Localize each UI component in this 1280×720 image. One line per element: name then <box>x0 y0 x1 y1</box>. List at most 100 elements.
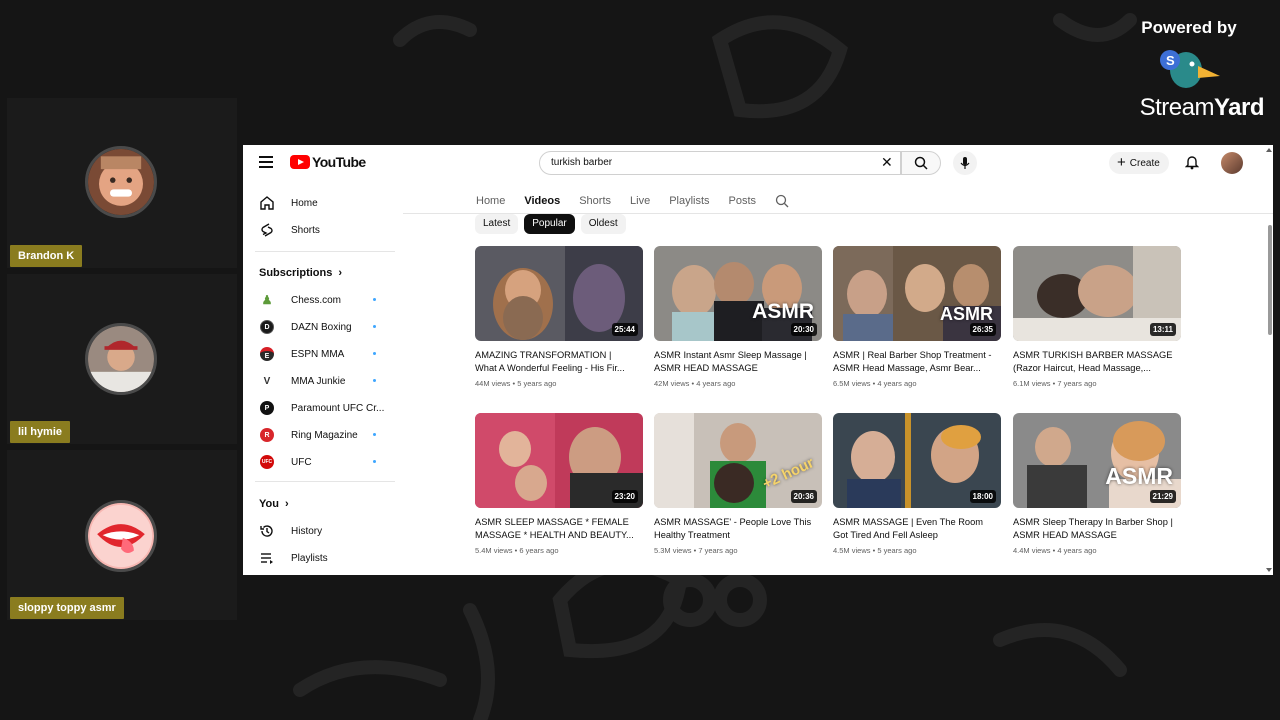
video-title[interactable]: ASMR Sleep Therapy In Barber Shop | ASMR… <box>1013 516 1173 542</box>
new-content-dot <box>373 433 376 436</box>
plus-icon: + <box>1117 154 1126 171</box>
youtube-masthead: YouTube turkish barber ✕ + Create <box>243 145 1273 181</box>
video-duration: 21:29 <box>1149 490 1176 503</box>
page-scrollbar[interactable] <box>1265 145 1273 575</box>
streamyard-wordmark: StreamYard <box>1139 94 1265 121</box>
tab-home[interactable]: Home <box>476 195 505 207</box>
participant-tile-sloppy: sloppy toppy asmr <box>7 450 237 620</box>
sidebar-subscription-mmajunkie[interactable]: V MMA Junkie <box>259 371 393 391</box>
video-duration: 25:44 <box>611 323 638 336</box>
create-button[interactable]: + Create <box>1109 152 1169 174</box>
sidebar-item-playlists[interactable]: Playlists <box>259 548 393 568</box>
voice-search-button[interactable] <box>953 151 977 175</box>
video-meta: 6.5M views • 4 years ago <box>833 379 917 388</box>
notifications-bell-icon[interactable] <box>1185 154 1199 170</box>
guide-divider <box>255 481 395 482</box>
new-content-dot <box>373 325 376 328</box>
youtube-logo[interactable]: YouTube <box>290 154 366 170</box>
participant-avatar <box>85 500 157 572</box>
video-title[interactable]: ASMR Instant Asmr Sleep Massage | ASMR H… <box>654 349 814 375</box>
guide-sidebar: Home Shorts Subscriptions › ♟ Chess.com D… <box>243 187 401 575</box>
shared-screen-youtube: YouTube turkish barber ✕ + Create Home Sh… <box>243 145 1273 575</box>
svg-text:S: S <box>1166 53 1175 68</box>
sidebar-subscription-chess[interactable]: ♟ Chess.com <box>259 290 393 310</box>
account-avatar[interactable] <box>1221 152 1243 174</box>
scroll-up-arrow-icon[interactable] <box>1266 148 1272 152</box>
youtube-play-icon <box>290 155 310 169</box>
search-icon <box>914 156 928 170</box>
hamburger-menu-icon[interactable] <box>259 156 273 168</box>
sidebar-subscription-dazn[interactable]: D DAZN Boxing <box>259 317 393 337</box>
chevron-right-icon: › <box>284 498 289 510</box>
home-icon <box>260 196 274 210</box>
channel-avatar: V <box>260 374 274 388</box>
thumbnail-overlay-text: ASMR <box>752 300 814 323</box>
new-content-dot <box>373 352 376 355</box>
tab-videos[interactable]: Videos <box>524 195 560 207</box>
subscriptions-header[interactable]: Subscriptions › <box>259 267 342 279</box>
sidebar-subscription-ring[interactable]: R Ring Magazine <box>259 425 393 445</box>
scroll-down-arrow-icon[interactable] <box>1266 568 1272 572</box>
video-thumbnail[interactable]: 23:20 <box>475 413 643 508</box>
video-duration: 18:00 <box>969 490 996 503</box>
microphone-icon <box>960 157 970 169</box>
video-duration: 23:20 <box>611 490 638 503</box>
video-title[interactable]: AMAZING TRANSFORMATION | What A Wonderfu… <box>475 349 635 375</box>
video-duration: 26:35 <box>969 323 996 336</box>
video-meta: 6.1M views • 7 years ago <box>1013 379 1097 388</box>
channel-search-icon[interactable] <box>775 194 789 208</box>
channel-avatar: D <box>260 320 274 334</box>
history-icon <box>260 525 273 537</box>
shorts-icon <box>261 223 273 237</box>
video-duration: 13:11 <box>1149 323 1176 336</box>
sidebar-item-shorts[interactable]: Shorts <box>259 220 393 240</box>
video-title[interactable]: ASMR | Real Barber Shop Treatment - ASMR… <box>833 349 993 375</box>
scrollbar-thumb[interactable] <box>1268 225 1272 335</box>
tab-shorts[interactable]: Shorts <box>579 195 611 207</box>
search-button[interactable] <box>901 151 941 175</box>
video-title[interactable]: ASMR TURKISH BARBER MASSAGE (Razor Hairc… <box>1013 349 1173 375</box>
video-title[interactable]: ASMR MASSAGE' - People Love This Healthy… <box>654 516 814 542</box>
clear-search-icon[interactable]: ✕ <box>881 155 893 169</box>
powered-by-label: Powered by <box>1141 18 1237 37</box>
participant-tile-hymie: lil hymie <box>7 274 237 444</box>
sidebar-subscription-espn[interactable]: E ESPN MMA <box>259 344 393 364</box>
sidebar-subscription-ufc[interactable]: UFC UFC <box>259 452 393 472</box>
tab-live[interactable]: Live <box>630 195 650 207</box>
video-thumbnail[interactable]: 13:11 <box>1013 246 1181 341</box>
search-input[interactable]: turkish barber <box>539 151 901 175</box>
sidebar-item-history[interactable]: History <box>259 521 393 541</box>
video-title[interactable]: ASMR SLEEP MASSAGE * FEMALE MASSAGE * HE… <box>475 516 635 542</box>
participant-avatar <box>85 323 157 395</box>
chip-popular[interactable]: Popular <box>524 214 575 234</box>
video-thumbnail[interactable]: 18:00 <box>833 413 1001 508</box>
video-thumbnail[interactable]: ASMR 26:35 <box>833 246 1001 341</box>
participant-tile-brandon: Brandon K <box>7 98 237 268</box>
sidebar-item-home[interactable]: Home <box>259 193 393 213</box>
streamyard-branding: Powered by S StreamYard <box>1114 18 1265 122</box>
channel-avatar: UFC <box>260 455 274 469</box>
channel-avatar: ♟ <box>260 293 274 307</box>
tab-playlists[interactable]: Playlists <box>669 195 709 207</box>
video-thumbnail[interactable]: ASMR 21:29 <box>1013 413 1181 508</box>
chip-oldest[interactable]: Oldest <box>580 214 626 234</box>
participant-name-tag: Brandon K <box>10 245 83 267</box>
chevron-right-icon: › <box>338 267 343 279</box>
channel-avatar: E <box>260 347 274 361</box>
sidebar-subscription-paramount[interactable]: P Paramount UFC Cr... <box>259 398 393 418</box>
video-thumbnail[interactable]: ASMR 20:30 <box>654 246 822 341</box>
video-meta: 4.5M views • 5 years ago <box>833 546 917 555</box>
you-header[interactable]: You › <box>259 498 289 510</box>
channel-avatar: P <box>260 401 274 415</box>
playlists-icon <box>261 553 273 564</box>
video-thumbnail[interactable]: 25:44 <box>475 246 643 341</box>
sort-chips: Latest Popular Oldest <box>475 214 626 234</box>
video-thumbnail[interactable]: +2 hour 20:36 <box>654 413 822 508</box>
chip-latest[interactable]: Latest <box>475 214 519 234</box>
video-duration: 20:30 <box>790 323 817 336</box>
tab-posts[interactable]: Posts <box>729 195 757 207</box>
video-title[interactable]: ASMR MASSAGE | Even The Room Got Tired A… <box>833 516 993 542</box>
thumbnail-overlay-text: ASMR <box>940 304 993 324</box>
video-meta: 42M views • 4 years ago <box>654 379 736 388</box>
streamyard-duck-logo: S <box>1160 50 1220 88</box>
